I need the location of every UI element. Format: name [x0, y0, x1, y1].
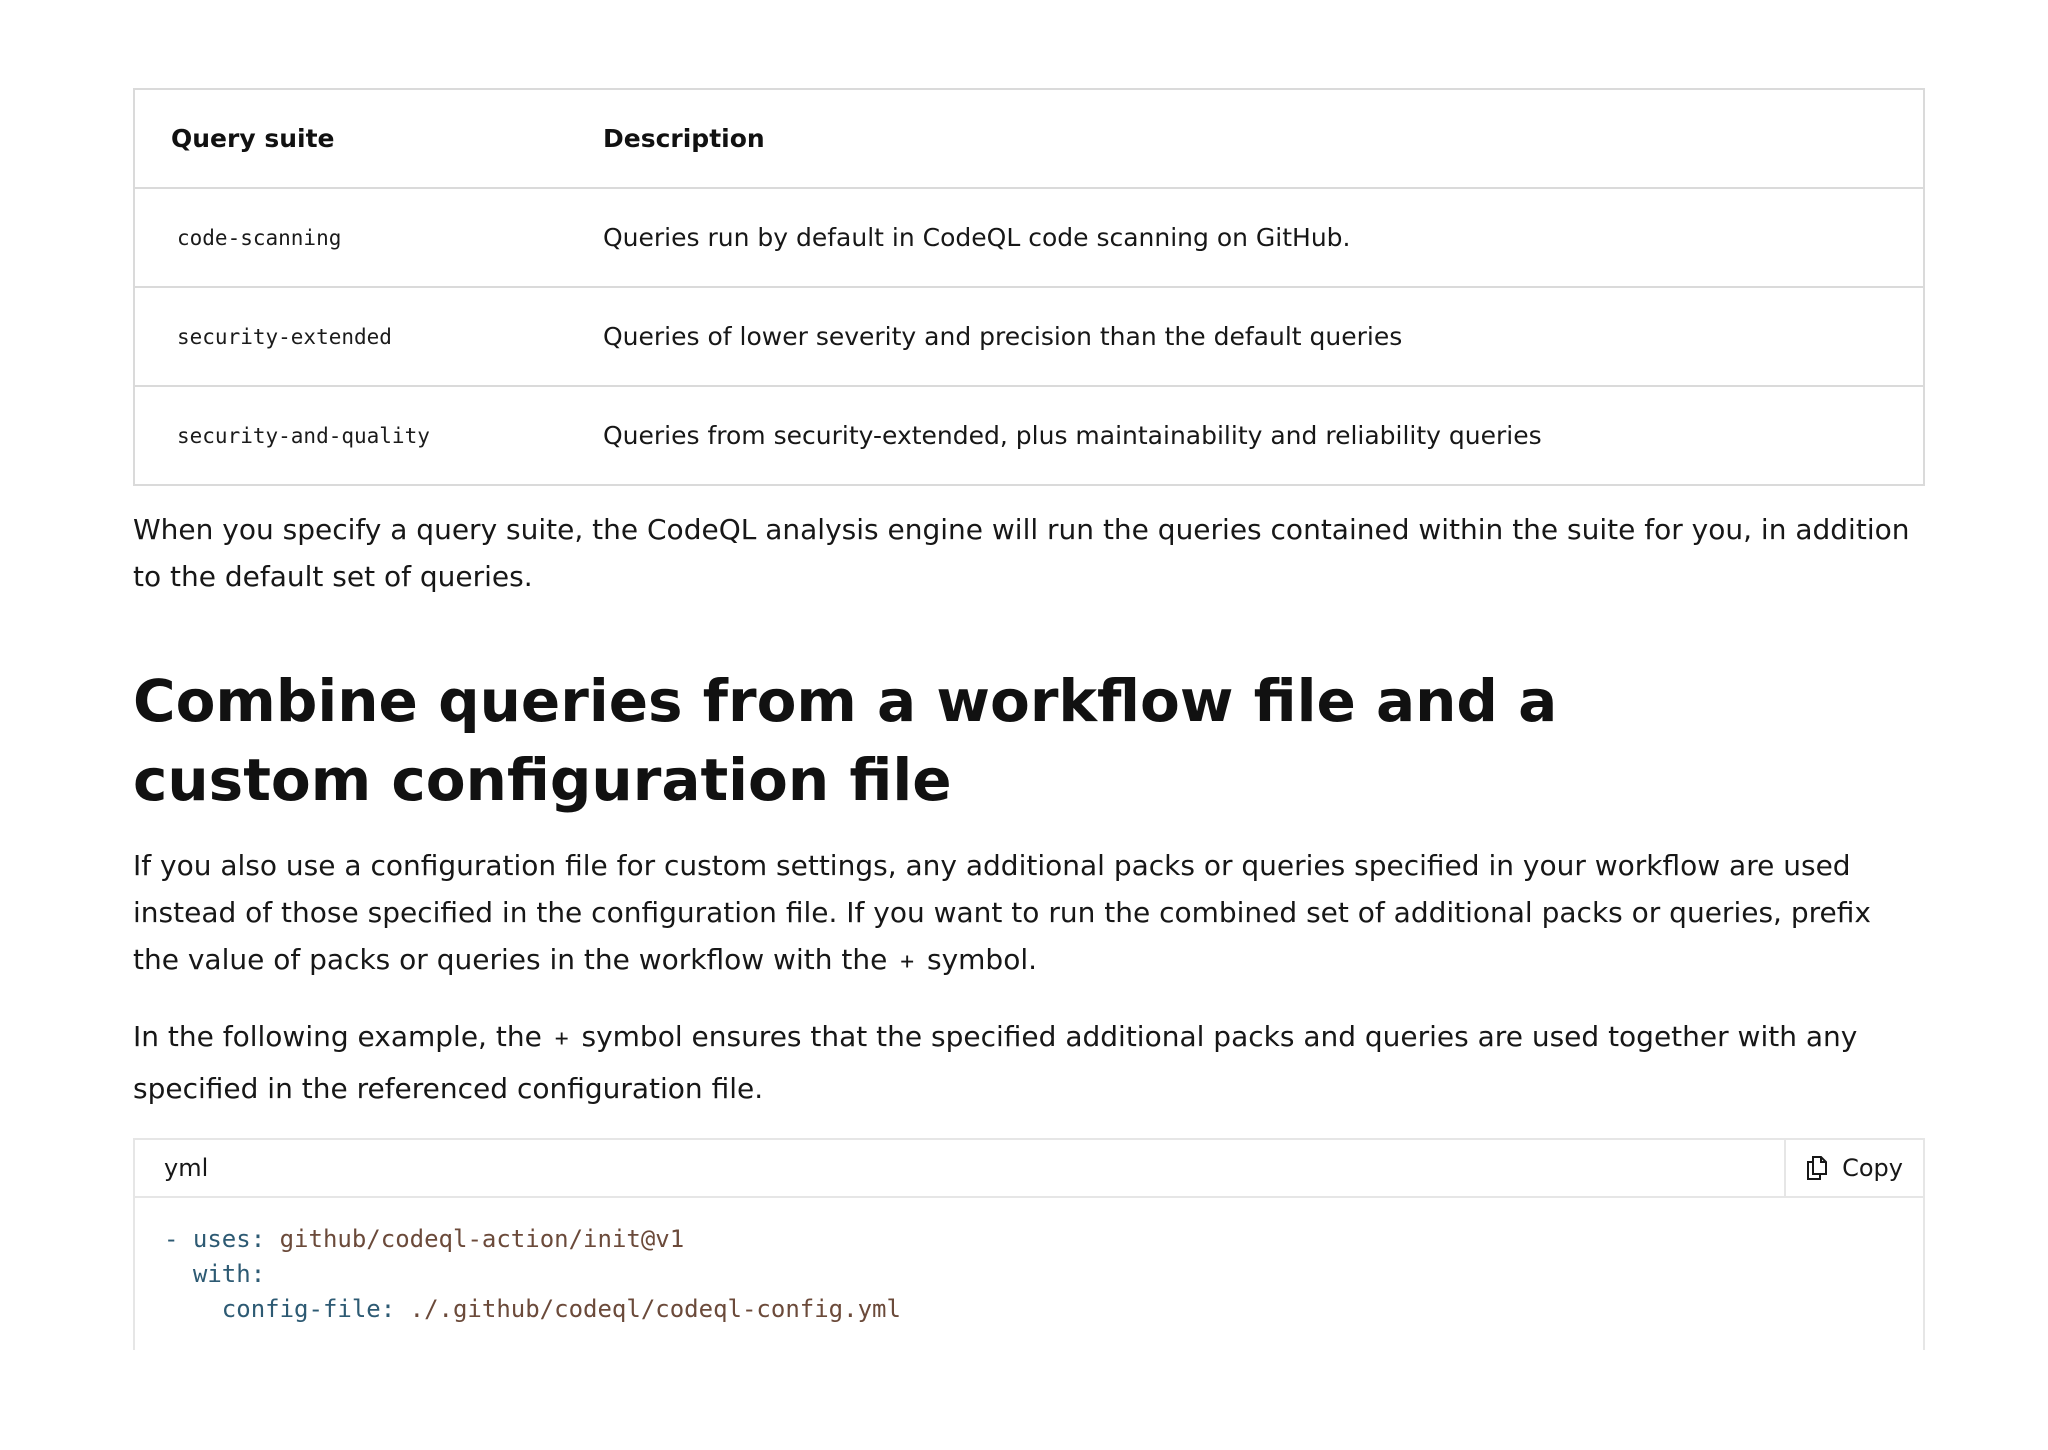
code-language-label: yml — [164, 1154, 209, 1182]
code-line: - uses: github/codeql-action/init@v1 — [164, 1225, 685, 1253]
suite-name: security-extended — [177, 324, 392, 349]
query-suite-paragraph: When you specify a query suite, the Code… — [133, 513, 1910, 593]
column-header-query-suite: Query suite — [134, 88, 603, 188]
suite-name: security-and-quality — [177, 423, 430, 448]
yaml-key: uses: — [192, 1225, 266, 1253]
suite-cell: security-extended — [134, 286, 603, 386]
yaml-value: github/codeql-action/init@v1 — [265, 1225, 685, 1253]
suite-cell: security-and-quality — [134, 385, 603, 485]
suite-cell: code-scanning — [134, 187, 603, 287]
inline-code-plus: + — [900, 949, 915, 975]
code-block-header: yml Copy — [135, 1140, 1923, 1198]
copy-label: Copy — [1842, 1154, 1903, 1182]
query-suites-table: Query suite Description code-scanning Qu… — [133, 88, 1925, 486]
copy-icon — [1806, 1156, 1828, 1180]
table-row: security-and-quality Queries from securi… — [134, 385, 1924, 485]
config-file-paragraph: If you also use a configuration file for… — [133, 842, 1925, 986]
inline-code-plus: + — [554, 1026, 569, 1052]
paragraph-text: In the following example, the — [133, 1020, 542, 1053]
code-content: - uses: github/codeql-action/init@v1 wit… — [135, 1198, 1923, 1327]
section-heading: Combine queries from a workflow file and… — [133, 667, 1558, 814]
suite-name: code-scanning — [177, 225, 342, 250]
yaml-key: config-file: — [221, 1295, 396, 1323]
code-line: config-file: ./.github/codeql/codeql-con… — [164, 1295, 901, 1323]
yaml-value: ./.github/codeql/codeql-config.yml — [395, 1295, 901, 1323]
code-block: yml Copy - uses: github/codeql-action/in… — [133, 1138, 1925, 1350]
table-header-row: Query suite Description — [134, 88, 1924, 188]
code-line: with: — [164, 1260, 265, 1288]
table-row: code-scanning Queries run by default in … — [134, 187, 1924, 287]
table-row: security-extended Queries of lower sever… — [134, 286, 1924, 386]
column-header-description: Description — [603, 88, 1924, 188]
yaml-key: with: — [192, 1260, 266, 1288]
description-cell: Queries from security-extended, plus mai… — [603, 385, 1924, 485]
paragraph-text: symbol. — [926, 943, 1038, 976]
article-content: Query suite Description code-scanning Qu… — [133, 88, 1925, 1350]
description-cell: Queries of lower severity and precision … — [603, 286, 1924, 386]
description-cell: Queries run by default in CodeQL code sc… — [603, 187, 1924, 287]
example-paragraph: In the following example, the + symbol e… — [133, 1012, 1925, 1114]
copy-button[interactable]: Copy — [1784, 1140, 1923, 1196]
